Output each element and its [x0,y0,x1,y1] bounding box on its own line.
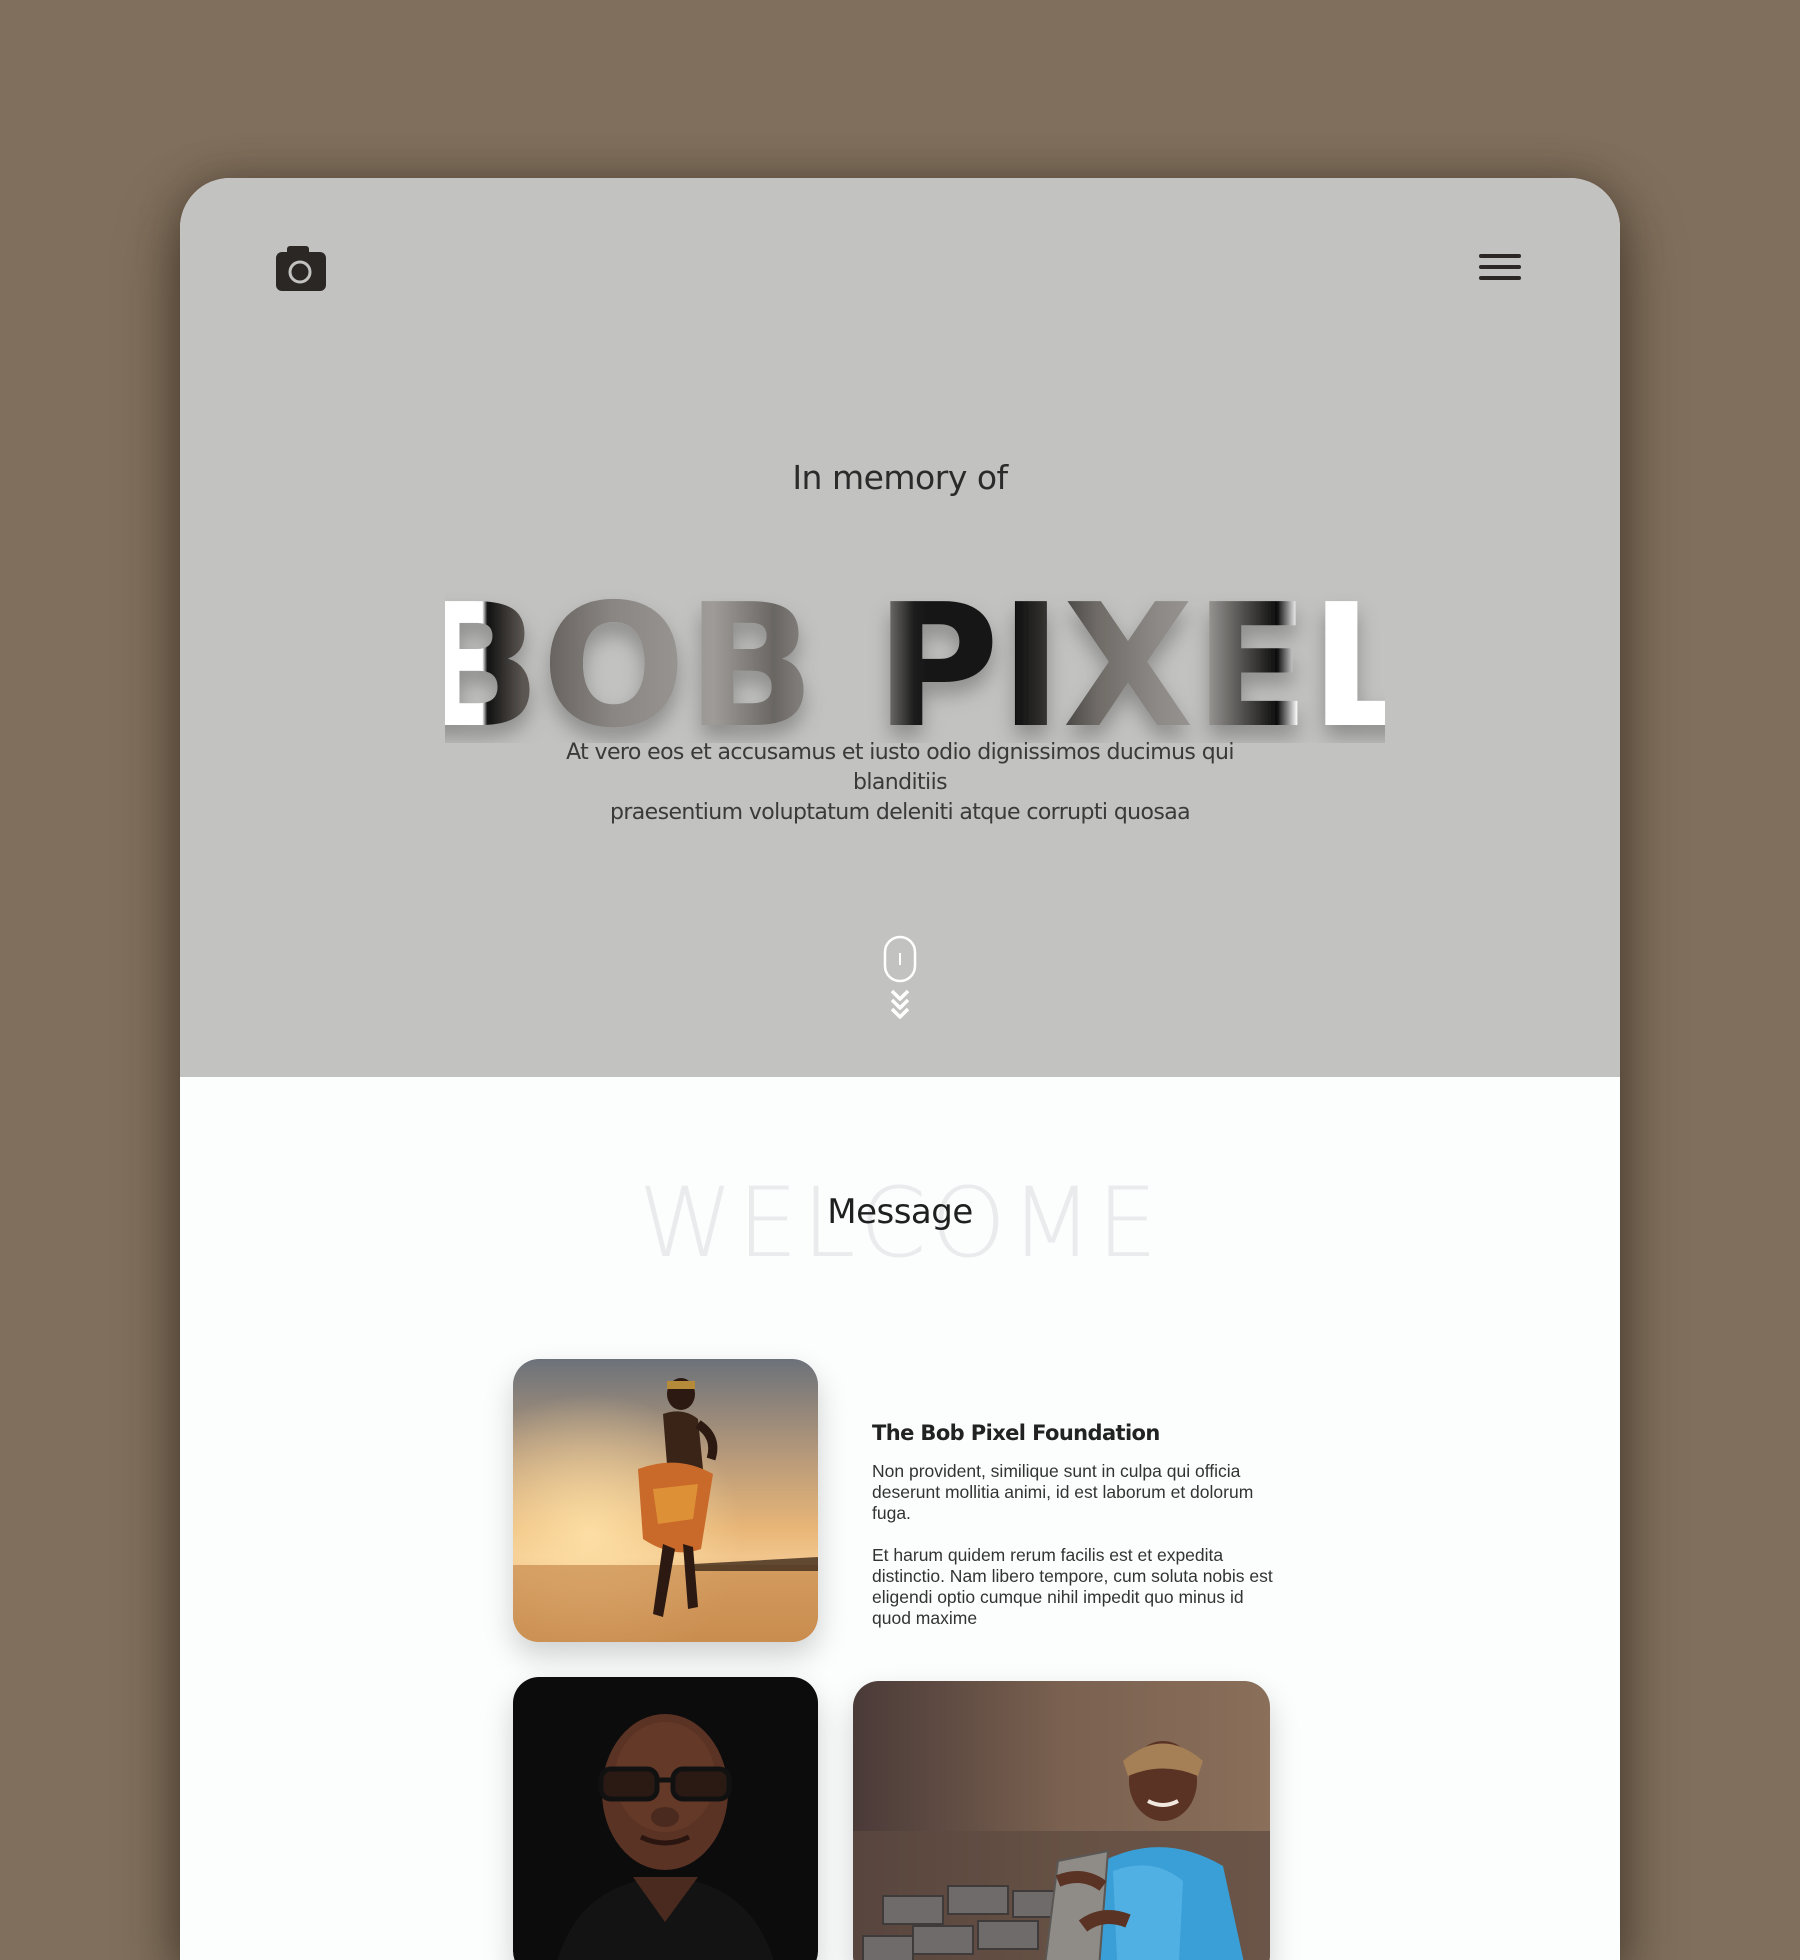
hero-name-text: BOB PIXEL [445,568,1385,743]
hero-pretitle: In memory of [792,458,1008,497]
hero-name: BOB PIXEL [412,543,1418,766]
man-portrait-photo [513,1677,818,1960]
foundation-heading: The Bob Pixel Foundation [872,1421,1160,1445]
page-frame: In memory of BOB PIXEL At vero eos et ac… [180,178,1620,1960]
hamburger-menu-icon[interactable] [1479,252,1521,284]
mouse-scroll-icon[interactable] [880,935,920,1025]
camera-icon[interactable] [275,244,327,292]
foundation-paragraph-1: Non provident, similique sunt in culpa q… [872,1461,1254,1523]
foundation-paragraph-2: Et harum quidem rerum facilis est et exp… [872,1545,1273,1628]
welcome-heading: WELCOME Message [180,1168,1620,1278]
message-title: Message [827,1192,973,1232]
dancer-beach-photo [513,1359,818,1642]
foundation-text: The Bob Pixel Foundation Non provident, … [872,1421,1282,1650]
hero-subtitle: At vero eos et accusamus et iusto odio d… [525,738,1275,828]
hero-subtitle-line2: praesentium voluptatum deleniti atque co… [609,800,1191,825]
hero-subtitle-line1: At vero eos et accusamus et iusto odio d… [566,740,1234,795]
hero-section: In memory of BOB PIXEL At vero eos et ac… [180,178,1620,1077]
woman-brick-photo [853,1681,1270,1960]
